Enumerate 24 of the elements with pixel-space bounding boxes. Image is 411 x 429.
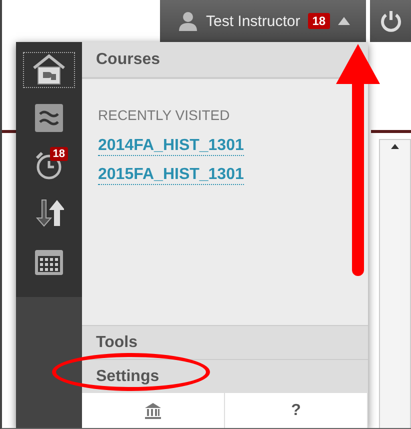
home-icon [32, 54, 66, 86]
menu-header[interactable]: Courses [96, 50, 160, 68]
alarm-clock-icon [34, 150, 64, 180]
stream-icon [35, 104, 63, 132]
menu-row[interactable]: Settings [82, 359, 368, 393]
arrows-icon [34, 198, 64, 228]
sidebar-item[interactable] [23, 52, 75, 88]
bank-icon [145, 403, 161, 419]
notification-count: 18 [50, 146, 68, 161]
power-icon [380, 10, 402, 32]
caret-icon [338, 17, 350, 25]
user-menu-bar[interactable]: Test Instructor 18 [160, 0, 366, 42]
notification-count: 18 [308, 13, 330, 29]
menu-row[interactable]: Tools [82, 325, 368, 359]
course-link[interactable]: 2014FA_HIST_1301 [98, 137, 244, 156]
user-icon [178, 11, 198, 31]
user-name: Test Instructor [206, 12, 300, 30]
section-label: RECENTLY VISITED [98, 107, 231, 123]
course-link[interactable]: 2015FA_HIST_1301 [98, 166, 244, 185]
calendar-icon [35, 247, 63, 276]
scroll-up-icon [391, 144, 399, 149]
power-button[interactable] [370, 0, 411, 42]
scrollbar[interactable] [379, 139, 411, 428]
sidebar-item[interactable]: 18 [23, 148, 75, 184]
